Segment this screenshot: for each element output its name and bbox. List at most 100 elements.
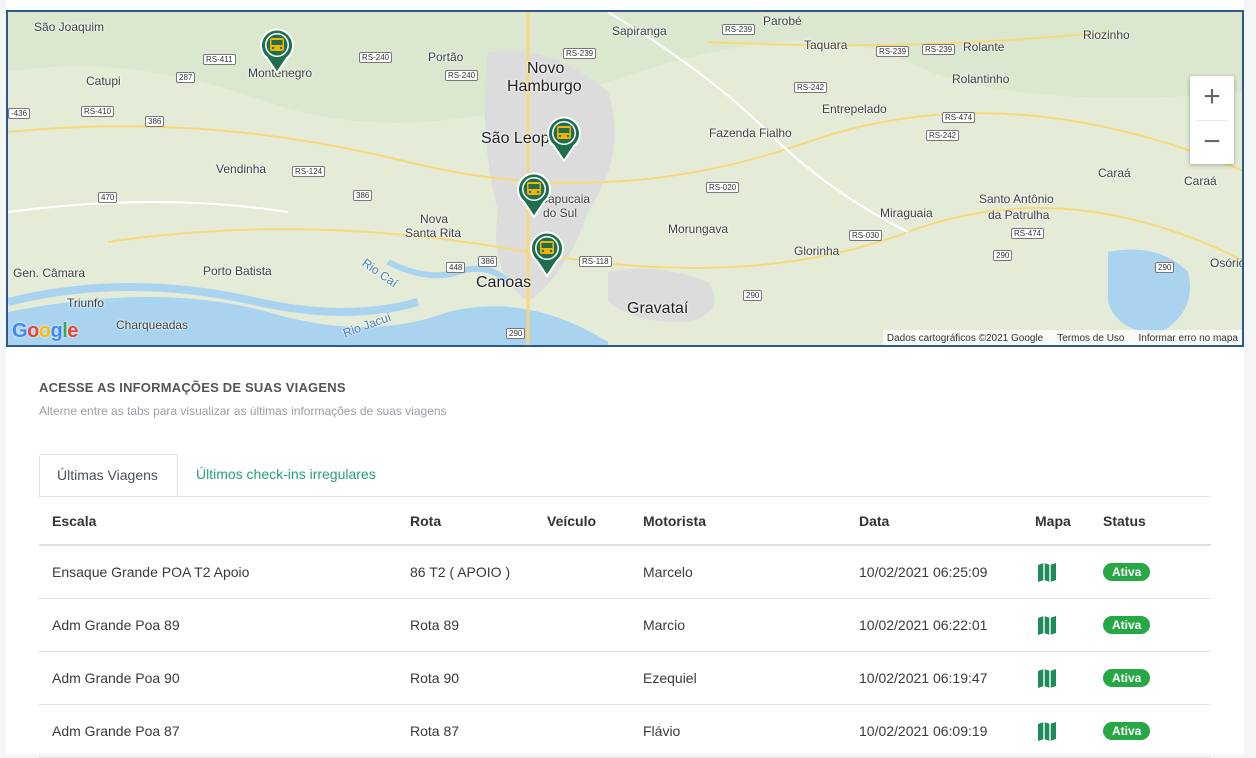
tab-ultimas-viagens[interactable]: Últimas Viagens [39,454,178,496]
status-badge: Ativa [1103,722,1151,740]
map-road-marker: 290 [506,328,526,339]
cell-escala: Adm Grande Poa 90 [39,651,397,705]
map-road-marker: RS-242 [926,130,960,141]
map-road-marker: RS-239 [563,48,597,59]
map-road-marker: 290 [993,250,1013,261]
map-place-label: Gravataí [627,300,689,317]
google-logo-letter: G [12,320,28,342]
zoom-out-button[interactable]: − [1190,121,1234,165]
cell-rota: Rota 87 [397,704,534,758]
terms-link[interactable]: Termos de Uso [1057,333,1124,344]
col-status: Status [1090,497,1211,546]
cell-mapa [1022,651,1090,705]
map-place-label: Vendinha [216,162,267,176]
cell-escala: Adm Grande Poa 87 [39,704,397,758]
col-rota: Rota [397,497,534,546]
map-road-marker: RS-239 [922,44,956,55]
map-place-label: Rolante [963,40,1005,54]
map-icon[interactable] [1035,613,1059,637]
map-road-marker: RS-239 [876,46,910,57]
map-road-marker: RS-240 [445,70,479,81]
map-place-label: Charqueadas [116,318,189,332]
map-road-marker: RS-124 [292,166,326,177]
google-logo: Google [12,320,78,343]
map-road-marker: 386 [478,256,498,267]
table-row[interactable]: Adm Grande Poa 89 Rota 89 Marcio 10/02/2021… [39,598,1211,652]
cell-status: Ativa [1090,651,1211,705]
map-place-label: Caraá [1184,174,1217,188]
map-place-label: Hamburgo [507,78,582,95]
map-road-marker: 448 [446,262,466,273]
map-icon[interactable] [1035,719,1059,743]
col-veiculo: Veículo [534,497,630,546]
map-road-marker: RS-410 [81,106,115,117]
cell-data: 10/02/2021 06:22:01 [846,598,1022,652]
bus-location-pin[interactable] [259,28,295,75]
table-header-row: Escala Rota Veículo Motorista Data Mapa … [39,497,1211,546]
map-place-label: Entrepelado [822,102,887,116]
map-place-label: Nova [420,212,449,226]
cell-status: Ativa [1090,598,1211,652]
report-error-link[interactable]: Informar erro no mapa [1139,333,1239,344]
section-subtitle: Alterne entre as tabs para visualizar as… [39,404,447,418]
zoom-control: + − [1190,76,1234,164]
map-place-label: Caraá [1098,166,1131,180]
map-place-label: Taquara [804,38,848,52]
map-icon[interactable] [1035,560,1059,584]
map-place-label: Riozinho [1083,28,1130,42]
col-motorista: Motorista [630,497,846,546]
cell-mapa [1022,545,1090,599]
map-place-label: Canoas [476,274,532,291]
map-road-marker: 290 [743,290,763,301]
google-logo-letter: g [50,320,63,342]
bus-location-pin[interactable] [529,231,565,278]
map-road-marker: RS-240 [359,52,393,63]
tab-checkins-irregulares[interactable]: Últimos check-ins irregulares [179,454,393,495]
table-row[interactable]: Adm Grande Poa 90 Rota 90 Ezequiel 10/02/20… [39,651,1211,705]
map-place-label: Rolantinho [952,72,1010,86]
map-place-label: Catupi [86,74,121,88]
map-background [8,12,1242,345]
bus-location-pin[interactable] [546,116,582,163]
status-badge: Ativa [1103,616,1151,634]
table-row[interactable]: Ensaque Grande POA T2 Apoio 86 T2 ( APOIO… [39,545,1211,599]
map-place-label: São Joaquim [34,20,105,34]
cell-veiculo [534,704,630,758]
google-logo-letter: e [67,320,78,342]
map-road-marker: RS-239 [722,24,756,35]
map-place-label: Novo [527,60,565,77]
google-logo-letter: o [27,320,39,342]
cell-escala: Ensaque Grande POA T2 Apoio [39,545,397,599]
map-road-marker: 470 [98,192,118,203]
zoom-in-button[interactable]: + [1190,76,1234,120]
map-place-label: Santo Antônio [979,192,1054,206]
cell-rota: Rota 90 [397,651,534,705]
map-data-credit: Dados cartográficos ©2021 Google [886,332,1044,344]
cell-rota: Rota 89 [397,598,534,652]
map-road-marker: RS-118 [579,256,612,267]
cell-data: 10/02/2021 06:09:19 [846,704,1022,758]
map-road-marker: -436 [8,108,31,119]
map-icon[interactable] [1035,666,1059,690]
map-place-label: Morungava [668,222,729,236]
cell-veiculo [534,651,630,705]
map-view[interactable]: São Joaquim Catupi Montenegro Portão Novo Ham… [6,10,1244,347]
cell-veiculo [534,598,630,652]
map-road-marker: RS-474 [1011,228,1045,239]
table-row[interactable]: Adm Grande Poa 87 Rota 87 Flávio 10/02/2021… [39,704,1211,758]
cell-veiculo [534,545,630,599]
cell-mapa [1022,704,1090,758]
bus-location-pin[interactable] [516,172,552,219]
bus-icon [260,28,294,75]
cell-escala: Adm Grande Poa 89 [39,598,397,652]
map-place-label: Fazenda Fialho [709,126,792,140]
map-road-marker: RS-030 [849,230,883,241]
map-place-label: Santa Rita [405,226,462,240]
map-road-marker: 287 [176,72,196,83]
cell-rota: 86 T2 ( APOIO ) [397,545,534,599]
map-place-label: Portão [428,50,464,64]
status-badge: Ativa [1103,563,1151,581]
map-place-label: Osório [1210,256,1244,270]
status-badge: Ativa [1103,669,1151,687]
map-road-marker: RS-411 [203,54,236,65]
